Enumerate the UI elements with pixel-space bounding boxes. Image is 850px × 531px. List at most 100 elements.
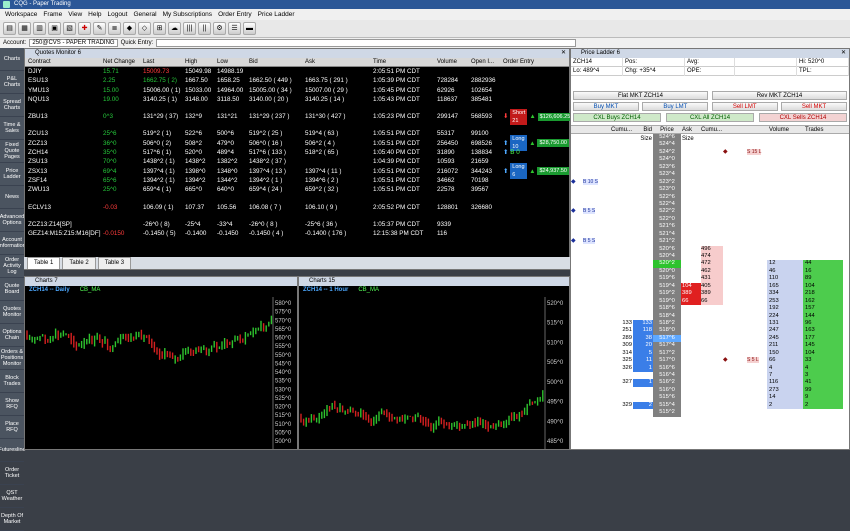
buy-order-cell[interactable] (571, 350, 583, 357)
order-entry-cell[interactable] (503, 86, 569, 95)
table-row[interactable]: ZSF14 65^6 1394^2 ( 1) 1394^2 1344^2 1394^2 (… (25, 176, 569, 185)
buy-order-cell[interactable] (571, 335, 583, 342)
sell-order-cell[interactable] (723, 387, 747, 394)
ask-size-cell[interactable] (681, 149, 701, 156)
bid-size-cell[interactable] (633, 313, 653, 320)
quick-entry-input[interactable] (156, 39, 577, 47)
sell-order-icon[interactable]: ◆ (723, 357, 727, 363)
sidebar-item[interactable]: Advanced Options (0, 209, 24, 232)
ladder-row[interactable]: 524^0 (571, 156, 849, 164)
ask-size-cell[interactable] (681, 409, 701, 416)
bid-size-cell[interactable]: 11 (633, 357, 653, 365)
bid-size-cell[interactable] (633, 201, 653, 208)
bid-size-cell[interactable] (633, 394, 653, 401)
order-entry-cell[interactable]: ⬆ B 0 (503, 148, 569, 157)
bid-size-cell[interactable] (633, 372, 653, 379)
ladder-row[interactable]: 522^6 (571, 193, 849, 201)
ladder-row[interactable]: 516^4 7 3 (571, 372, 849, 380)
sell-order-cell[interactable] (723, 313, 747, 320)
tab-3[interactable]: Table 3 (97, 257, 132, 269)
bid-size-cell[interactable] (633, 141, 653, 148)
ask-size-cell[interactable] (681, 387, 701, 394)
ask-size-cell[interactable] (681, 313, 701, 320)
table-row[interactable]: ZCU13 25^6 519^2 ( 1) 522^6 500^6 519^2 ( 25 … (25, 129, 569, 138)
order-entry-cell[interactable] (503, 185, 569, 194)
sell-order-cell[interactable] (723, 253, 747, 260)
column-header[interactable]: Low (217, 58, 249, 66)
buy-order-cell[interactable] (571, 320, 583, 327)
bid-size-cell[interactable] (633, 283, 653, 290)
sidebar-item[interactable]: Price Ladder (0, 163, 24, 186)
ask-size-cell[interactable] (681, 208, 701, 215)
table-row[interactable]: DJIY 15.71 15009.73 15049.98 14988.19 2:05:51… (25, 67, 569, 76)
ask-size-cell[interactable]: 389 (681, 290, 701, 298)
sell-order-cell[interactable] (723, 164, 747, 171)
buy-order-cell[interactable] (571, 327, 583, 334)
buy-order-cell[interactable] (571, 171, 583, 178)
menu-item[interactable]: Help (85, 9, 104, 20)
ladder-row[interactable]: 518^4 224 144 (571, 312, 849, 320)
close-icon[interactable]: ✕ (841, 49, 846, 58)
ask-size-cell[interactable] (681, 335, 701, 342)
order-entry-cell[interactable]: ⬇ Short 21 ▲ $126,606.25 (503, 108, 573, 125)
dom-icon[interactable]: ▧ (63, 22, 76, 35)
sell-order-cell[interactable] (723, 223, 747, 230)
menu-item[interactable]: Price Ladder (255, 9, 298, 20)
table-row[interactable]: ZCH14 35^0 517^6 ( 1) 520^0 489^4 517^6 ( 133… (25, 148, 569, 157)
sell-order-label[interactable]: S 15 L (747, 148, 762, 155)
buy-order-cell[interactable] (571, 313, 583, 320)
bid-size-cell[interactable]: 5 (633, 349, 653, 358)
sidebar-item[interactable]: Show RFQ (0, 393, 24, 416)
buy-order-cell[interactable] (571, 134, 583, 141)
bid-size-cell[interactable] (633, 156, 653, 163)
bid-size-cell[interactable] (633, 268, 653, 275)
buy-order-cell[interactable] (571, 201, 583, 208)
ladder-row[interactable]: 329 2 515^4 2 2 (571, 401, 849, 410)
ladder-row[interactable]: 523^6 (571, 163, 849, 172)
order-entry-cell[interactable] (503, 220, 569, 229)
cxl-all-button[interactable]: CXL All ZCH14 (666, 113, 754, 122)
buy-order-icon[interactable]: ◆ (571, 208, 575, 214)
buy-order-cell[interactable] (571, 298, 583, 305)
sidebar-item[interactable]: Futuresline (0, 439, 26, 462)
order-entry-cell[interactable] (503, 76, 569, 85)
sell-order-cell[interactable] (723, 171, 747, 178)
buy-order-cell[interactable] (571, 223, 583, 230)
ladder-row[interactable]: 516^0 273 99 (571, 386, 849, 395)
ladder-row[interactable]: 521^6 (571, 223, 849, 231)
ask-size-cell[interactable] (681, 171, 701, 178)
sell-order-cell[interactable] (723, 350, 747, 357)
ask-size-cell[interactable] (681, 253, 701, 260)
ask-size-cell[interactable] (681, 305, 701, 312)
sell-order-icon[interactable]: ◆ (723, 149, 727, 155)
ask-size-cell[interactable] (681, 379, 701, 386)
column-header[interactable]: Net Change (103, 58, 143, 66)
ladder-row[interactable]: 520^0 462 46 16 (571, 267, 849, 276)
sell-order-cell[interactable] (723, 372, 747, 379)
tab-1[interactable]: Table 1 (27, 257, 61, 269)
bid-size-cell[interactable]: 118 (633, 327, 653, 335)
book-icon[interactable]: ▬ (243, 22, 256, 35)
table-row[interactable]: ZSU13 70^0 1438^2 ( 1) 1438^2 1382^2 1438^2 (… (25, 157, 569, 166)
bid-size-cell[interactable] (633, 171, 653, 178)
sell-order-cell[interactable] (723, 320, 747, 327)
ask-size-cell[interactable] (681, 134, 701, 141)
ladder-row[interactable]: 515^6 14 9 (571, 394, 849, 402)
ladder-row[interactable]: 520^6 496 (571, 245, 849, 253)
price-chart[interactable]: 520^0 515^0 510^0 505^0 500^0 495^0 490^0 485^0 (299, 297, 569, 449)
sell-order-cell[interactable] (723, 134, 747, 141)
column-header[interactable]: Open I... (471, 58, 503, 66)
sidebar-item[interactable]: Quotes Monitor (0, 301, 24, 324)
sell-order-cell[interactable] (723, 194, 747, 201)
buy-order-cell[interactable] (571, 194, 583, 201)
chart-icon[interactable]: ▥ (33, 22, 46, 35)
order-entry-cell[interactable] (503, 229, 569, 238)
order-entry-cell[interactable] (503, 67, 569, 76)
menu-item[interactable]: View (65, 9, 85, 20)
spread-icon[interactable]: ⊞ (153, 22, 166, 35)
bid-size-cell[interactable] (633, 275, 653, 282)
ask-size-cell[interactable] (681, 402, 701, 409)
ladder-row[interactable]: 309 20 517^4 211 145 (571, 342, 849, 350)
flat-mkt-button[interactable]: Flat MKT ZCH14 (573, 91, 708, 100)
sell-order-cell[interactable] (723, 342, 747, 349)
